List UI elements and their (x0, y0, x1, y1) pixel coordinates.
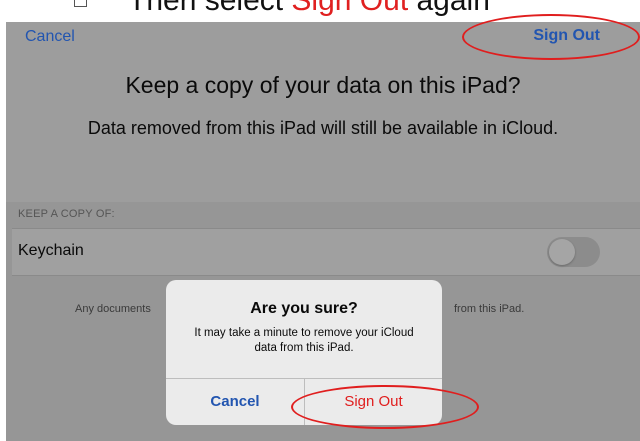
alert-message: It may take a minute to remove your iClo… (194, 327, 414, 354)
ipad-screen: Cancel Sign Out Keep a copy of your data… (6, 14, 640, 441)
alert-cancel-button[interactable]: Cancel (166, 379, 304, 425)
settings-row-keychain: Keychain (12, 228, 640, 276)
keychain-toggle[interactable] (547, 237, 600, 267)
section-footer-left: Any documents (75, 303, 151, 315)
section-header: KEEP A COPY OF: (18, 208, 115, 220)
page-subtitle: Data removed from this iPad will still b… (87, 118, 559, 138)
section-footer-right: from this iPad. (454, 303, 525, 315)
row-label: Keychain (18, 242, 84, 259)
toggle-knob (549, 239, 575, 265)
alert-title: Are you sure? (250, 300, 358, 317)
instruction-prefix: Then select (128, 0, 292, 17)
alert-sign-out-highlight-circle (291, 385, 479, 429)
sign-out-highlight-circle (462, 14, 640, 60)
page-title: Keep a copy of your data on this iPad? (125, 72, 521, 98)
nav-cancel-button[interactable]: Cancel (25, 28, 75, 46)
modal-sheet: Cancel Sign Out Keep a copy of your data… (6, 14, 640, 202)
checkbox-bullet-icon (74, 0, 87, 7)
instruction-suffix: again (408, 0, 490, 17)
instruction-text: Then select Sign Out again (128, 0, 490, 16)
instruction-highlight: Sign Out (291, 0, 409, 17)
